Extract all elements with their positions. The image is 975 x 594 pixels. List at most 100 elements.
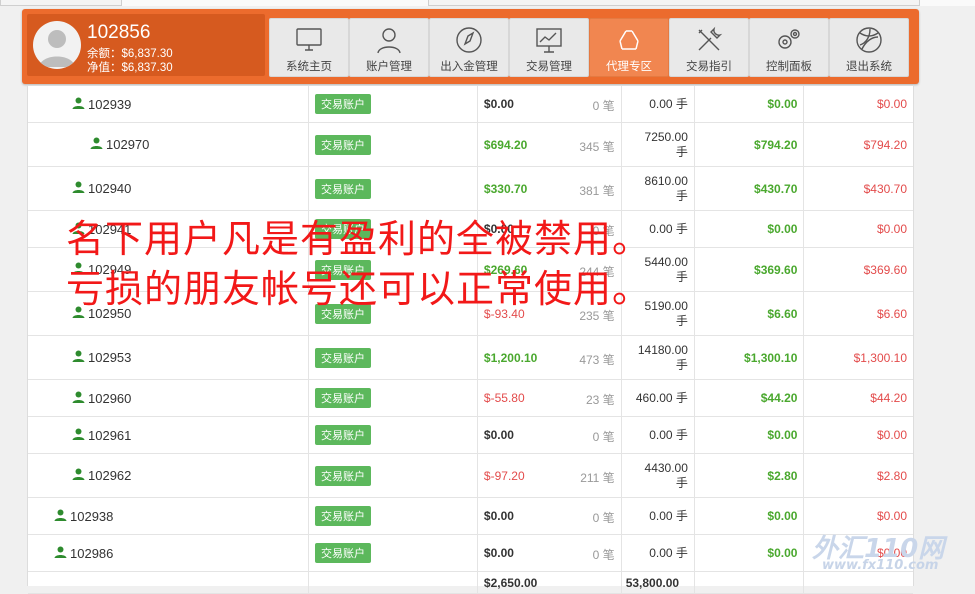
nav-item-3[interactable]: 交易管理 (509, 18, 589, 77)
lots-text: 手 (675, 144, 688, 159)
table-row[interactable]: 102939 交易账户 $0.00 0 笔 0.00 手 $0.00 $0.00 (28, 86, 913, 123)
nav-item-1[interactable]: 账户管理 (349, 18, 429, 77)
account-type-badge: 交易账户 (314, 94, 371, 114)
profit-amount: $-55.80 (483, 391, 525, 405)
lots-cell: 0.00 手 (621, 497, 695, 535)
agent-account-table: 102939 交易账户 $0.00 0 笔 0.00 手 $0.00 $0.00 102970… (27, 86, 914, 594)
lots-text: 8610.00 (644, 173, 688, 188)
account-id[interactable]: 102962 (88, 468, 131, 483)
lots-text: 手 (675, 313, 688, 328)
table-row[interactable]: 102962 交易账户 $-97.20 211 笔 4430.00 手 $2.80 $2.80 (28, 453, 913, 498)
user-icon (72, 350, 88, 365)
nav-item-7[interactable]: 退出系统 (829, 18, 909, 77)
tools-icon (694, 25, 724, 55)
nav-item-6[interactable]: 控制面板 (749, 18, 829, 77)
commission-red: $44.20 (803, 379, 913, 417)
profit-amount: $-97.20 (483, 468, 525, 483)
nav-item-0[interactable]: 系统主页 (269, 18, 349, 77)
account-type-badge: 交易账户 (314, 388, 371, 408)
user-icon (72, 391, 88, 406)
compass-icon (454, 25, 484, 55)
profit-amount: $0.00 (483, 428, 514, 442)
watermark-url: www.fx110.com (822, 558, 939, 573)
lots-cell: 0.00 手 (621, 416, 695, 454)
commission-red: $430.70 (803, 166, 913, 211)
lots-text: 手 (675, 188, 688, 203)
monitor-icon (294, 25, 324, 55)
nav-item-5[interactable]: 交易指引 (669, 18, 749, 77)
nav-label: 账户管理 (366, 61, 412, 73)
annotation-line-1: 名下用户凡是有盈利的全被禁用。 (66, 217, 652, 261)
trade-count: 0 笔 (592, 99, 615, 113)
account-type-badge: 交易账户 (314, 347, 371, 368)
commission-red: $2.80 (803, 453, 913, 498)
avatar[interactable] (33, 21, 81, 69)
nav-item-4[interactable]: 代理专区 (589, 18, 669, 77)
lots-text: 手 (675, 357, 688, 372)
annotation-line-2: 亏损的朋友帐号还可以正常使用。 (66, 267, 652, 311)
account-id[interactable]: 102940 (88, 181, 131, 196)
account-id[interactable]: 102961 (88, 428, 131, 443)
user-icon (72, 97, 88, 112)
account-id[interactable]: 102939 (88, 97, 131, 112)
nav-label: 退出系统 (846, 61, 892, 73)
nav-label: 交易管理 (526, 61, 572, 73)
nav-label: 代理专区 (606, 61, 652, 73)
commission-green: $1,300.10 (694, 335, 805, 380)
account-id[interactable]: 102938 (70, 509, 113, 524)
lots-text: 0.00 手 (649, 96, 688, 111)
totals-row: $2,650.00 53,800.00 (28, 571, 913, 594)
user-icon (72, 428, 88, 443)
nav-label: 系统主页 (286, 61, 332, 73)
browser-tab-strip (0, 0, 975, 6)
table-row[interactable]: 102953 交易账户 $1,200.10 473 笔 14180.00 手 $1,300.… (28, 335, 913, 380)
lots-text: 0.00 手 (649, 508, 688, 523)
equity-text: 净值：$6,837.30 (87, 62, 173, 74)
lots-cell: 0.00 手 (621, 534, 695, 572)
lots-text: 460.00 手 (635, 390, 688, 405)
commission-green: $430.70 (694, 166, 805, 211)
profit-amount: $330.70 (483, 181, 528, 196)
user-icon (54, 546, 70, 561)
browser-tab[interactable] (428, 0, 920, 6)
total-amount: $2,650.00 (477, 571, 622, 594)
trade-count: 0 笔 (592, 430, 615, 444)
lots-cell: 4430.00 手 (621, 453, 695, 498)
account-id[interactable]: 102953 (88, 350, 131, 365)
account-id[interactable]: 102960 (88, 391, 131, 406)
table-row[interactable]: 102961 交易账户 $0.00 0 笔 0.00 手 $0.00 $0.00 (28, 416, 913, 454)
lots-cell: 8610.00 手 (621, 166, 695, 211)
commission-red: $1,300.10 (803, 335, 913, 380)
user-outline-icon (374, 25, 404, 55)
ball-icon (854, 25, 884, 55)
account-id[interactable]: 102986 (70, 546, 113, 561)
total-lots: 53,800.00 (621, 571, 695, 594)
commission-green: $0.00 (694, 497, 805, 535)
gears-icon (774, 25, 804, 55)
user-panel: 102856 余额：$6,837.30 净值：$6,837.30 (27, 14, 265, 76)
trade-count: 381 笔 (579, 183, 615, 198)
lots-text: 手 (675, 475, 688, 490)
table-row[interactable]: 102960 交易账户 $-55.80 23 笔 460.00 手 $44.20 $44.2… (28, 379, 913, 417)
commission-green: $0.00 (694, 534, 805, 572)
lots-text: 14180.00 (637, 342, 688, 357)
account-type-badge: 交易账户 (314, 506, 371, 526)
table-row[interactable]: 102970 交易账户 $694.20 345 笔 7250.00 手 $794.20 $79… (28, 122, 913, 167)
nav-label: 控制面板 (766, 61, 812, 73)
trade-count: 345 笔 (579, 139, 615, 154)
table-row[interactable]: 102986 交易账户 $0.00 0 笔 0.00 手 $0.00 $0.00 (28, 534, 913, 572)
browser-tab[interactable] (0, 0, 122, 6)
table-row[interactable]: 102940 交易账户 $330.70 381 笔 8610.00 手 $430.70 $43… (28, 166, 913, 211)
lots-cell: 14180.00 手 (621, 335, 695, 380)
trade-count: 473 笔 (579, 352, 615, 367)
nav-item-2[interactable]: 出入金管理 (429, 18, 509, 77)
nav-label: 出入金管理 (440, 61, 498, 73)
commission-green: $6.60 (694, 291, 805, 336)
commission-green: $44.20 (694, 379, 805, 417)
table-row[interactable]: 102938 交易账户 $0.00 0 笔 0.00 手 $0.00 $0.00 (28, 497, 913, 535)
commission-green: $0.00 (694, 86, 805, 123)
commission-green: $0.00 (694, 210, 805, 248)
account-id[interactable]: 102970 (106, 137, 149, 152)
lots-cell: 7250.00 手 (621, 122, 695, 167)
annotation-overlay: 名下用户凡是有盈利的全被禁用。 亏损的朋友帐号还可以正常使用。 (66, 214, 651, 314)
